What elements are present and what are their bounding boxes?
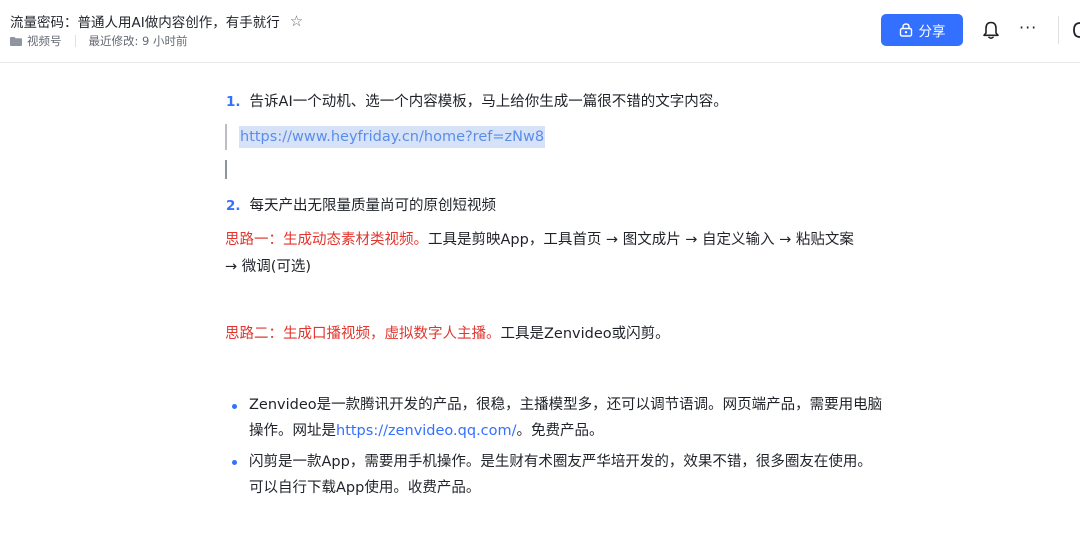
heyfriday-link[interactable]: https://www.heyfriday.cn/home?ref=zNw8 xyxy=(239,126,546,148)
document-header: 流量密码：普通人用AI做内容创作，有手就行 ☆ 视频号 最近修改: 9 小时前 … xyxy=(0,0,1080,63)
bullet-2-text-cont: 可以自行下载App使用。收费产品。 xyxy=(249,480,481,496)
bullet-dot xyxy=(232,404,237,409)
document-body: 1. 告诉AI一个动机、选一个内容模板，马上给你生成一篇很不错的文字内容。 htt… xyxy=(0,62,1080,537)
idea-1-line-1[interactable]: 思路一：生成动态素材类视频。工具是剪映App，工具首页 → 图文成片 → 自定义… xyxy=(225,230,854,250)
quote-block: https://www.heyfriday.cn/home?ref=zNw8 xyxy=(225,124,546,150)
panel-toggle-icon[interactable] xyxy=(1071,20,1080,40)
idea-1-line-2[interactable]: → 微调(可选) xyxy=(225,257,311,277)
step-1-text: 告诉AI一个动机、选一个内容模板，马上给你生成一篇很不错的文字内容。 xyxy=(249,94,728,110)
idea-2-text: 工具是Zenvideo或闪剪。 xyxy=(500,326,670,342)
last-modified: 最近修改: 9 小时前 xyxy=(88,34,188,48)
step-1[interactable]: 1. 告诉AI一个动机、选一个内容模板，马上给你生成一篇很不错的文字内容。 xyxy=(226,92,728,112)
bullet-2-line-1[interactable]: 闪剪是一款App，需要用手机操作。是生财有术圈友严华培开发的，效果不错，很多圈友… xyxy=(249,452,872,472)
bell-icon[interactable] xyxy=(981,20,1001,40)
bullet-2-line-2[interactable]: 可以自行下载App使用。收费产品。 xyxy=(249,478,480,498)
document-title[interactable]: 流量密码：普通人用AI做内容创作，有手就行 xyxy=(10,11,280,31)
share-button[interactable]: 分享 xyxy=(881,14,963,46)
step-1-number: 1. xyxy=(226,94,241,110)
idea-1-label: 思路一：生成动态素材类视频。 xyxy=(225,232,428,248)
more-icon[interactable]: ··· xyxy=(1019,18,1037,38)
share-label: 分享 xyxy=(918,24,946,40)
bullet-1-text-pre: 操作。网址是 xyxy=(249,423,336,439)
idea-1-text: 工具是剪映App，工具首页 → 图文成片 → 自定义输入 → 粘贴文案 xyxy=(428,232,854,248)
idea-2[interactable]: 思路二：生成口播视频，虚拟数字人主播。工具是Zenvideo或闪剪。 xyxy=(225,324,670,344)
bullet-1-line-2[interactable]: 操作。网址是https://zenvideo.qq.com/。免费产品。 xyxy=(249,421,604,441)
bullet-1-text-post: 。免费产品。 xyxy=(516,423,604,439)
zenvideo-link[interactable]: https://zenvideo.qq.com/ xyxy=(336,423,517,439)
idea-2-label: 思路二：生成口播视频，虚拟数字人主播。 xyxy=(225,326,501,342)
folder-icon xyxy=(10,36,22,46)
text-cursor xyxy=(225,160,227,179)
bullet-1-text: Zenvideo是一款腾讯开发的产品，很稳，主播模型多，还可以调节语调。网页端产… xyxy=(249,397,883,413)
idea-1-text-cont: → 微调(可选) xyxy=(225,259,312,275)
star-icon[interactable]: ☆ xyxy=(290,13,303,29)
lock-icon xyxy=(899,23,912,37)
step-2-number: 2. xyxy=(226,198,241,214)
document-meta: 视频号 最近修改: 9 小时前 xyxy=(10,33,188,49)
bullet-1-line-1[interactable]: Zenvideo是一款腾讯开发的产品，很稳，主播模型多，还可以调节语调。网页端产… xyxy=(249,395,882,415)
bullet-dot xyxy=(232,460,237,465)
bullet-2-text: 闪剪是一款App，需要用手机操作。是生财有术圈友严华培开发的，效果不错，很多圈友… xyxy=(249,454,872,470)
document-title-row: 流量密码：普通人用AI做内容创作，有手就行 ☆ xyxy=(10,11,303,31)
step-2[interactable]: 2. 每天产出无限量质量尚可的原创短视频 xyxy=(226,196,496,216)
header-divider xyxy=(1058,16,1059,44)
meta-divider xyxy=(74,35,76,47)
step-2-text: 每天产出无限量质量尚可的原创短视频 xyxy=(249,198,497,214)
folder-name[interactable]: 视频号 xyxy=(27,33,62,49)
